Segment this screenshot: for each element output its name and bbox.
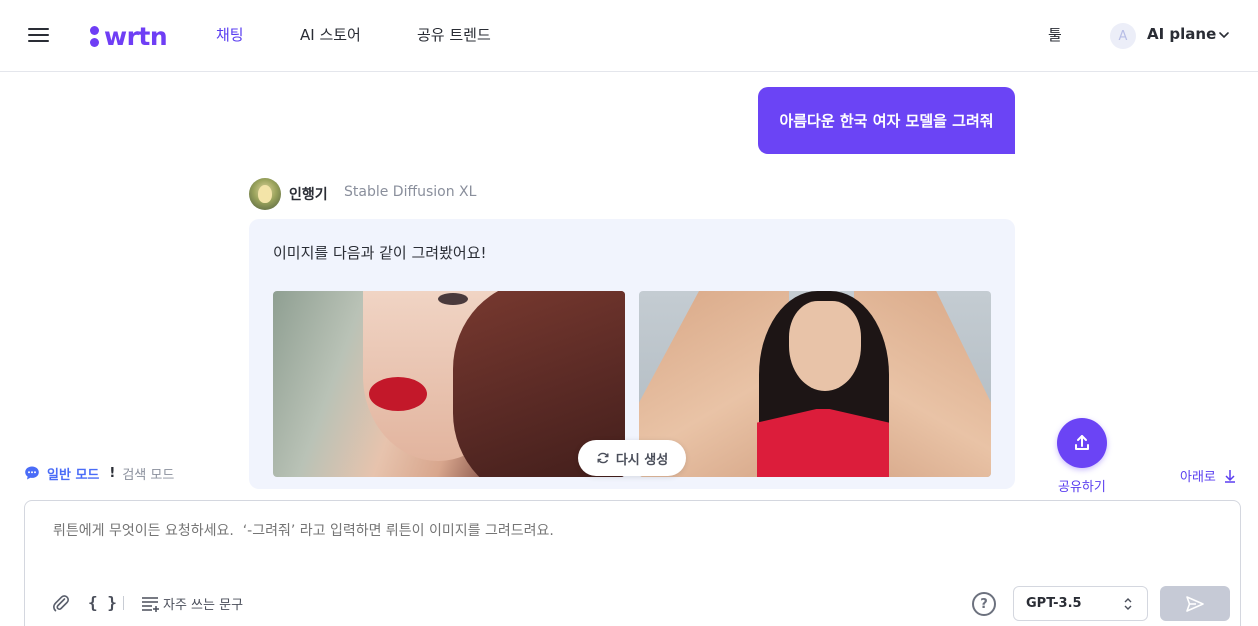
avatar[interactable]: A [1110,23,1136,49]
nav-share-trend[interactable]: 공유 트렌드 [417,24,491,45]
user-message-bubble: 아름다운 한국 여자 모델을 그려줘 [758,87,1015,154]
bot-message: 이미지를 다음과 같이 그려봤어요! [273,244,487,262]
top-header: wrtn 채팅 AI 스토어 공유 트렌드 툴 A AI plane [0,0,1258,72]
refresh-icon [597,452,609,464]
list-add-icon [142,596,159,612]
bot-avatar [249,178,281,210]
share-label[interactable]: 공유하기 [1058,476,1106,495]
scroll-down-button[interactable]: 아래로 [1180,466,1236,485]
variable-braces-button[interactable]: { } [88,593,117,612]
nav-ai-store[interactable]: AI 스토어 [300,24,361,45]
generated-image-2[interactable] [639,291,991,477]
scroll-down-label: 아래로 [1180,470,1216,485]
generated-image-1[interactable] [273,291,625,477]
user-name[interactable]: AI plane [1147,25,1216,43]
chat-input-box: { } 자주 쓰는 문구 ? GPT-3.5 [24,500,1241,626]
wrtn-logo[interactable]: wrtn [90,20,168,52]
logo-text: wrtn [104,21,168,51]
send-button[interactable] [1160,586,1230,621]
arrow-down-icon [1224,469,1235,483]
share-upload-icon [1075,435,1089,450]
send-icon [1186,595,1204,612]
nav-chat[interactable]: 채팅 [216,24,244,45]
help-icon[interactable]: ? [972,592,996,616]
nav-tool[interactable]: 툴 [1048,24,1062,45]
mode-bar: 일반 모드 ! 검색 모드 [24,464,174,483]
model-select-value: GPT-3.5 [1026,596,1082,611]
model-select[interactable]: GPT-3.5 [1013,586,1148,621]
mode-search[interactable]: 검색 모드 [122,464,174,483]
chevron-down-icon[interactable] [1217,28,1231,42]
share-button[interactable] [1057,418,1107,468]
logo-mark [90,24,100,48]
mode-normal[interactable]: 일반 모드 [47,464,99,483]
frequent-phrases-button[interactable]: 자주 쓰는 문구 [141,594,243,613]
regenerate-button[interactable]: 다시 생성 [578,440,686,476]
updown-chevron-icon [1124,598,1132,610]
regenerate-label: 다시 생성 [615,452,669,468]
chat-input[interactable] [53,523,1203,539]
mode-separator: ! [109,465,116,481]
chat-bubble-icon [25,466,39,480]
frequent-phrases-label: 자주 쓰는 문구 [163,598,244,613]
paperclip-icon[interactable] [51,593,71,613]
hamburger-menu-icon[interactable] [28,24,50,46]
bot-model-label: Stable Diffusion XL [344,184,477,200]
toolbar-divider [123,596,124,610]
bot-name: 인행기 [289,187,328,203]
